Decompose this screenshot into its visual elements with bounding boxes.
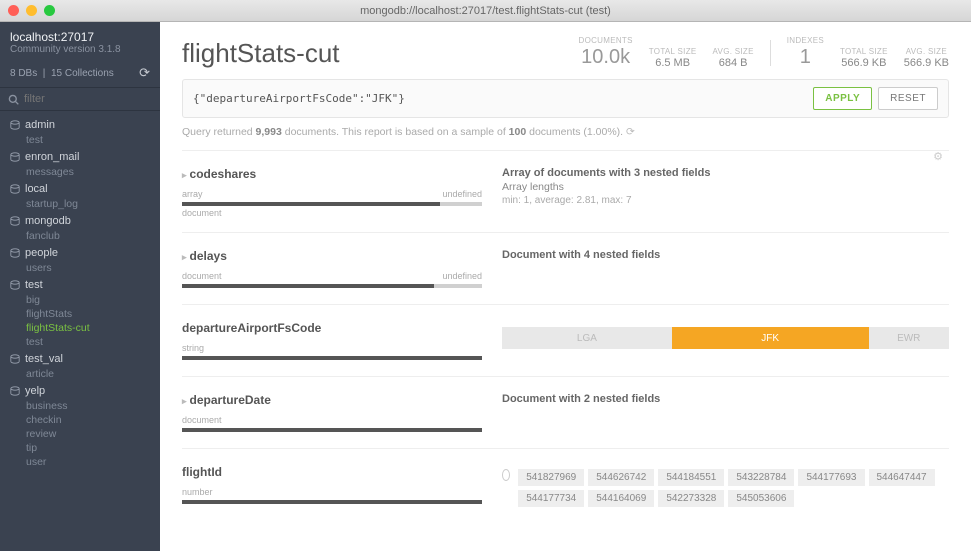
sidebar: localhost:27017 Community version 3.1.8 … [0, 22, 160, 551]
sample-value-chip[interactable]: 545053606 [728, 490, 794, 507]
sample-value-chip[interactable]: 544647447 [869, 469, 935, 486]
sidebar-collection[interactable]: review [0, 427, 160, 441]
window-titlebar: mongodb://localhost:27017/test.flightSta… [0, 0, 971, 22]
sample-value-chip[interactable]: 544177734 [518, 490, 584, 507]
collection-header: flightStats-cut DOCUMENTS10.0k total siz… [160, 22, 971, 79]
sidebar-collection[interactable]: fanclub [0, 229, 160, 243]
sidebar-collection[interactable]: flightStats-cut [0, 321, 160, 335]
apply-button[interactable]: APPLY [813, 87, 872, 110]
sidebar-collection[interactable]: tip [0, 441, 160, 455]
field-name[interactable]: ▸codeshares [182, 167, 482, 181]
field-row-departure-airport: departureAirportFsCode string LGAJFKEWR [182, 304, 949, 376]
database-icon [10, 120, 20, 130]
field-name[interactable]: ▸departureDate [182, 393, 482, 407]
reset-button[interactable]: RESET [878, 87, 938, 110]
sidebar-db[interactable]: local [0, 179, 160, 197]
sample-values: 5418279695446267425441845515432287845441… [518, 469, 949, 507]
query-bar: APPLY RESET [182, 79, 949, 118]
sidebar-db[interactable]: test_val [0, 349, 160, 367]
search-icon [8, 94, 19, 105]
sidebar-collection[interactable]: article [0, 367, 160, 381]
sample-value-chip[interactable]: 542273328 [658, 490, 724, 507]
sidebar-collection[interactable]: test [0, 133, 160, 147]
sidebar-db[interactable]: test [0, 275, 160, 293]
main-content: flightStats-cut DOCUMENTS10.0k total siz… [160, 22, 971, 551]
traffic-lights [8, 5, 55, 16]
field-row-departure-date: ▸departureDate document Document with 2 … [182, 376, 949, 448]
sample-value-chip[interactable]: 544184551 [658, 469, 724, 486]
query-input[interactable] [193, 92, 807, 105]
collection-title: flightStats-cut [182, 38, 579, 69]
sample-value-chip[interactable]: 544626742 [588, 469, 654, 486]
field-name: departureAirportFsCode [182, 321, 482, 335]
sidebar-db[interactable]: enron_mail [0, 147, 160, 165]
db-collection-counts: 8 DBs | 15 Collections [10, 68, 114, 79]
sidebar-db[interactable]: mongodb [0, 211, 160, 229]
filter-input[interactable] [24, 93, 152, 105]
sidebar-collection[interactable]: flightStats [0, 307, 160, 321]
sidebar-collection[interactable]: checkin [0, 413, 160, 427]
field-row-codeshares: ▸codeshares arrayundefined document Arra… [182, 150, 949, 232]
settings-icon[interactable]: ⚙ [933, 150, 943, 163]
value-segment[interactable]: EWR [869, 327, 949, 349]
sample-toggle-icon[interactable] [502, 469, 510, 481]
sample-value-chip[interactable]: 544164069 [588, 490, 654, 507]
field-name: flightId [182, 465, 482, 479]
minimize-window-icon[interactable] [26, 5, 37, 16]
refresh-icon[interactable]: ⟳ [139, 65, 150, 81]
field-name[interactable]: ▸delays [182, 249, 482, 263]
database-icon [10, 152, 20, 162]
sidebar-collection[interactable]: messages [0, 165, 160, 179]
database-list: admintestenron_mailmessageslocalstartup_… [0, 111, 160, 551]
sidebar-db[interactable]: admin [0, 115, 160, 133]
server-version: Community version 3.1.8 [10, 44, 150, 55]
value-segment[interactable]: JFK [672, 327, 869, 349]
sidebar-db[interactable]: yelp [0, 381, 160, 399]
sidebar-filter[interactable] [0, 88, 160, 111]
sidebar-collection[interactable]: business [0, 399, 160, 413]
window-title: mongodb://localhost:27017/test.flightSta… [0, 5, 971, 17]
database-icon [10, 216, 20, 226]
sample-value-chip[interactable]: 543228784 [728, 469, 794, 486]
field-row-flightid: flightId number 541827969544626742544184… [182, 448, 949, 521]
sample-value-chip[interactable]: 541827969 [518, 469, 584, 486]
sidebar-collection[interactable]: startup_log [0, 197, 160, 211]
database-icon [10, 354, 20, 364]
database-icon [10, 386, 20, 396]
database-icon [10, 280, 20, 290]
sidebar-collection[interactable]: big [0, 293, 160, 307]
schema-list: ⚙ ▸codeshares arrayundefined document Ar… [160, 150, 971, 521]
zoom-window-icon[interactable] [44, 5, 55, 16]
sidebar-collection[interactable]: user [0, 455, 160, 469]
close-window-icon[interactable] [8, 5, 19, 16]
refresh-sample-icon[interactable]: ⟳ [626, 126, 635, 138]
sidebar-db[interactable]: people [0, 243, 160, 261]
sidebar-collection[interactable]: users [0, 261, 160, 275]
value-distribution[interactable]: LGAJFKEWR [502, 327, 949, 349]
database-icon [10, 248, 20, 258]
value-segment[interactable]: LGA [502, 327, 672, 349]
sample-value-chip[interactable]: 544177693 [798, 469, 864, 486]
sidebar-collection[interactable]: test [0, 335, 160, 349]
connection-host: localhost:27017 [10, 30, 150, 44]
field-row-delays: ▸delays documentundefined Document with … [182, 232, 949, 304]
collection-stats: DOCUMENTS10.0k total size6.5 MB avg. siz… [579, 36, 950, 69]
result-summary: Query returned 9,993 documents. This rep… [160, 126, 971, 150]
database-icon [10, 184, 20, 194]
